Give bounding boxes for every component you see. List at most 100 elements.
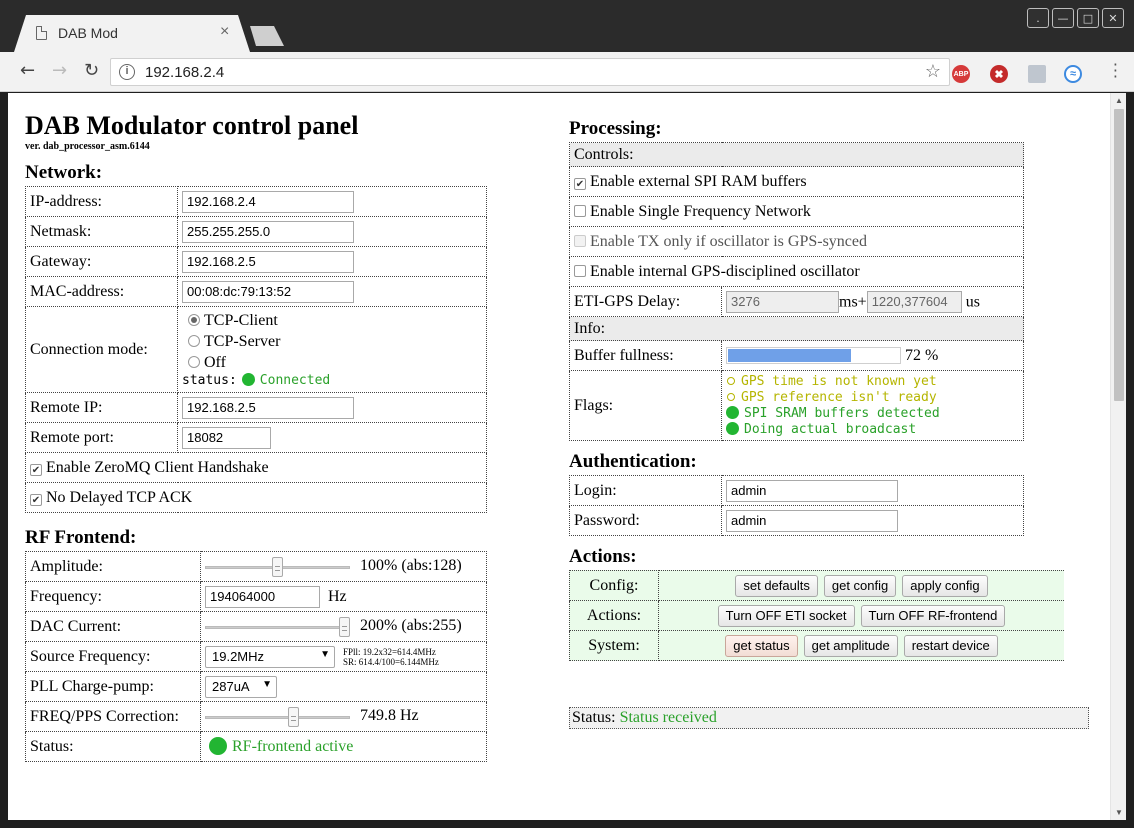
mac-input[interactable]	[182, 280, 354, 303]
amplitude-slider-handle[interactable]	[272, 556, 283, 577]
dac-slider-handle[interactable]	[339, 616, 350, 637]
remote-ip-row: Remote IP:	[25, 392, 487, 423]
auth-table: Login: Password:	[569, 475, 1024, 536]
radio-off[interactable]: Off	[188, 352, 482, 373]
freq-correction-value: 749.8 Hz	[360, 707, 419, 725]
pll-select[interactable]: 287uA ▼	[205, 675, 277, 698]
connected-status-icon	[241, 373, 255, 386]
restart-device-button[interactable]: restart device	[903, 634, 998, 657]
delay-label: ETI-GPS Delay:	[569, 286, 722, 317]
freq-correction-slider[interactable]	[205, 706, 350, 727]
new-tab-button[interactable]	[250, 26, 284, 46]
forward-icon[interactable]: →	[52, 60, 67, 81]
sfn-checkbox[interactable]	[574, 204, 586, 217]
buffer-progress-fill	[728, 349, 851, 363]
get-config-button[interactable]: get config	[823, 574, 897, 597]
password-label: Password:	[569, 505, 722, 536]
remote-ip-input[interactable]	[182, 396, 354, 419]
radio-tcp-client-indicator[interactable]	[188, 314, 200, 326]
sync-extension-icon[interactable]: ≈	[1064, 65, 1082, 83]
vertical-scrollbar[interactable]: ▲ ▼	[1110, 93, 1126, 820]
rf-status-label: Status:	[25, 731, 201, 762]
dac-value: 200% (abs:255)	[360, 617, 462, 635]
login-input[interactable]	[726, 479, 898, 502]
reload-icon[interactable]: ↻	[84, 60, 99, 81]
connection-mode-label: Connection mode:	[25, 306, 178, 393]
radio-tcp-server[interactable]: TCP-Server	[188, 331, 482, 352]
screen-extension-icon[interactable]	[1028, 65, 1046, 83]
pll-row: PLL Charge-pump: 287uA ▼	[25, 671, 487, 702]
radio-off-indicator[interactable]	[188, 356, 200, 368]
auth-heading: Authentication:	[569, 451, 697, 472]
sfn-label: Enable Single Frequency Network	[590, 202, 811, 220]
browser-menu-icon[interactable]: · · ·	[1113, 57, 1118, 85]
password-input[interactable]	[726, 509, 898, 532]
get-status-button[interactable]: get status	[725, 634, 798, 657]
flag-broadcast: Doing actual broadcast	[724, 421, 1019, 438]
dac-slider[interactable]	[205, 616, 350, 637]
get-amplitude-button[interactable]: get amplitude	[803, 634, 898, 657]
source-frequency-select[interactable]: 19.2MHz ▼	[205, 645, 335, 668]
browser-tab[interactable]: DAB Mod ×	[14, 15, 250, 52]
gpsdo-checkbox-row[interactable]: Enable internal GPS-disciplined oscillat…	[569, 256, 1024, 287]
freq-correction-slider-handle[interactable]	[288, 706, 299, 727]
amplitude-value: 100% (abs:128)	[360, 557, 462, 575]
gpsdo-checkbox[interactable]	[574, 264, 586, 277]
back-icon[interactable]: ←	[20, 60, 35, 81]
buffer-label: Buffer fullness:	[569, 340, 722, 371]
sfn-row: Enable Single Frequency Network	[569, 196, 1024, 227]
txgps-row: Enable TX only if oscillator is GPS-sync…	[569, 226, 1024, 257]
flags-row: Flags: GPS time is not known yet GPS ref…	[569, 370, 1024, 441]
system-row: System: get status get amplitude restart…	[569, 630, 1064, 661]
window-menu-icon[interactable]: .	[1027, 8, 1049, 28]
url-text[interactable]: 192.168.2.4	[145, 64, 224, 81]
txgps-checkbox[interactable]	[574, 234, 586, 247]
zmq-checkbox-row[interactable]: ✔ Enable ZeroMQ Client Handshake	[25, 452, 487, 483]
left-column: DAB Modulator control panel ver. dab_pro…	[25, 111, 487, 762]
spi-checkbox[interactable]: ✔	[574, 177, 586, 190]
spi-checkbox-row[interactable]: ✔ Enable external SPI RAM buffers	[569, 166, 1024, 197]
maximize-icon[interactable]: □	[1077, 8, 1099, 28]
txgps-checkbox-row[interactable]: Enable TX only if oscillator is GPS-sync…	[569, 226, 1024, 257]
flag-on-icon	[726, 421, 739, 435]
delay-us-input[interactable]	[866, 290, 962, 313]
frequency-row: Frequency: Hz	[25, 581, 487, 612]
apply-config-button[interactable]: apply config	[902, 574, 988, 597]
gateway-input[interactable]	[182, 250, 354, 273]
zmq-checkbox[interactable]: ✔	[30, 463, 42, 476]
buffer-value: 72 %	[905, 346, 939, 364]
scroll-up-icon[interactable]: ▲	[1115, 96, 1123, 105]
adblock-extension-icon[interactable]: ABP	[952, 65, 970, 83]
delay-ms-input[interactable]	[726, 290, 839, 313]
flag-gps-time: GPS time is not known yet	[724, 374, 1019, 390]
minimize-icon[interactable]: —	[1052, 8, 1074, 28]
flags-list: GPS time is not known yet GPS reference …	[721, 370, 1024, 441]
remote-port-label: Remote port:	[25, 422, 178, 453]
amplitude-slider[interactable]	[205, 556, 350, 577]
bookmark-star-icon[interactable]: ☆	[925, 61, 941, 82]
remote-ip-label: Remote IP:	[25, 392, 178, 423]
tab-close-icon[interactable]: ×	[220, 23, 229, 41]
block-extension-icon[interactable]: ✖	[990, 65, 1008, 83]
scrollbar-thumb[interactable]	[1114, 109, 1124, 401]
spi-row: ✔ Enable external SPI RAM buffers	[569, 166, 1024, 197]
scroll-down-icon[interactable]: ▼	[1115, 808, 1123, 817]
radio-tcp-server-indicator[interactable]	[188, 335, 200, 347]
radio-tcp-client[interactable]: TCP-Client	[188, 310, 482, 331]
mac-row: MAC-address:	[25, 276, 487, 307]
tcpack-checkbox[interactable]: ✔	[30, 493, 42, 506]
set-defaults-button[interactable]: set defaults	[735, 574, 818, 597]
netmask-input[interactable]	[182, 220, 354, 243]
address-bar[interactable]: i 192.168.2.4 ☆	[110, 58, 950, 86]
turn-off-eti-button[interactable]: Turn OFF ETI socket	[717, 604, 855, 627]
ip-input[interactable]	[182, 190, 354, 213]
flag-gps-reference: GPS reference isn't ready	[724, 390, 1019, 406]
close-window-icon[interactable]: ✕	[1102, 8, 1124, 28]
site-info-icon[interactable]: i	[119, 64, 135, 80]
sfn-checkbox-row[interactable]: Enable Single Frequency Network	[569, 196, 1024, 227]
remote-port-input[interactable]	[182, 426, 271, 449]
status-value: Status received	[619, 709, 717, 726]
frequency-input[interactable]	[205, 585, 320, 608]
turn-off-rf-button[interactable]: Turn OFF RF-frontend	[860, 604, 1006, 627]
tcpack-checkbox-row[interactable]: ✔ No Delayed TCP ACK	[25, 482, 487, 513]
